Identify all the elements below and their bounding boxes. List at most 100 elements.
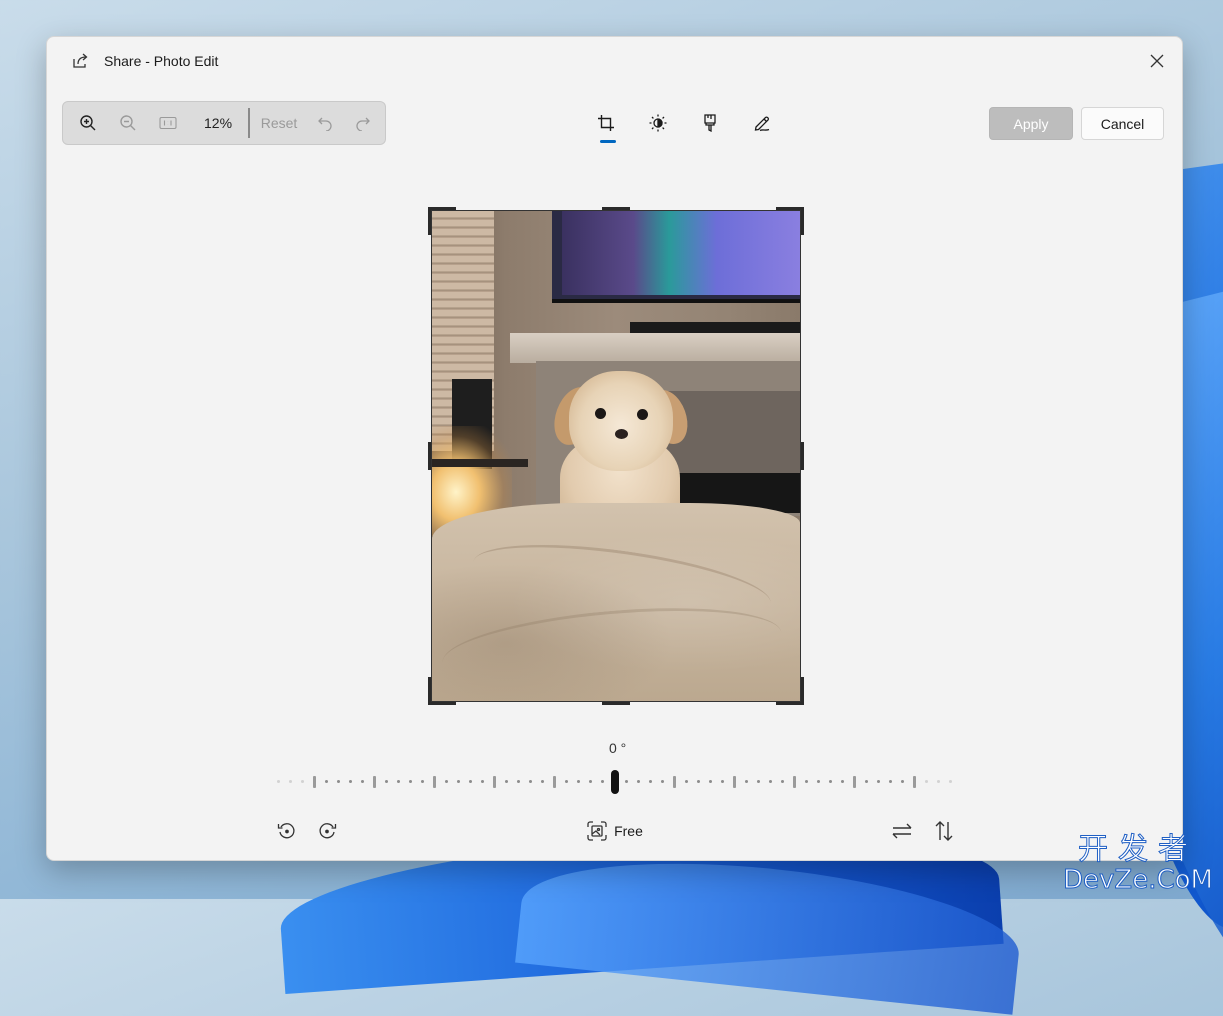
photo-edit-window: Share - Photo Edit 12% Reset Apply Cance… (46, 36, 1183, 861)
rotate-left-icon (277, 823, 295, 839)
ruler-tick (649, 780, 652, 783)
ruler-tick (493, 776, 496, 788)
ruler-tick (589, 780, 592, 783)
tab-markup[interactable] (746, 107, 778, 139)
ruler-tick (853, 776, 856, 788)
ruler-tick (301, 780, 304, 783)
ruler-tick (529, 780, 532, 783)
share-icon (71, 51, 91, 71)
ruler-tick (397, 780, 400, 783)
flip-vertical-icon (935, 821, 953, 841)
ruler-tick (481, 780, 484, 783)
crop-handle-top-right[interactable] (776, 207, 804, 235)
ruler-tick (457, 780, 460, 783)
ruler-tick (889, 780, 892, 783)
ruler-tick (277, 780, 280, 783)
crop-handle-bottom[interactable] (602, 702, 630, 705)
ruler-tick (733, 776, 736, 788)
flip-horizontal-button[interactable] (887, 816, 917, 846)
ruler-tick (541, 780, 544, 783)
redo-icon (356, 117, 370, 131)
ruler-tick (601, 780, 604, 783)
ruler-tick (361, 780, 364, 783)
watermark-line1: 开发者 (1078, 832, 1198, 867)
ruler-tick (313, 776, 316, 788)
ruler-tick (421, 780, 424, 783)
ruler-tick (793, 776, 796, 788)
cancel-button[interactable]: Cancel (1081, 107, 1164, 140)
redo-button[interactable] (349, 102, 377, 144)
ruler-tick (661, 780, 664, 783)
zoom-in-button[interactable] (73, 102, 103, 144)
tab-filter[interactable] (694, 107, 726, 139)
aspect-ratio-label: Free (614, 823, 643, 839)
ruler-tick (805, 780, 808, 783)
ruler-tick (349, 780, 352, 783)
tab-crop[interactable] (590, 107, 622, 139)
ruler-tick (409, 780, 412, 783)
actual-size-icon (159, 116, 177, 130)
undo-button[interactable] (311, 102, 339, 144)
toolbar-divider (248, 108, 250, 138)
ruler-tick (577, 780, 580, 783)
ruler-tick (685, 780, 688, 783)
ruler-tick (757, 780, 760, 783)
ruler-tick (337, 780, 340, 783)
reset-button[interactable]: Reset (255, 102, 303, 144)
zoom-out-button[interactable] (113, 102, 143, 144)
aspect-ratio-icon (587, 821, 607, 841)
crop-handle-bottom-left[interactable] (428, 677, 456, 705)
ruler-tick (445, 780, 448, 783)
zoom-level-value: 12% (204, 115, 233, 131)
ruler-tick (841, 780, 844, 783)
ruler-tick (781, 780, 784, 783)
ruler-tick (373, 776, 376, 788)
ruler-tick (289, 780, 292, 783)
ruler-tick (865, 780, 868, 783)
markup-icon (754, 116, 770, 132)
site-watermark: 开发者 DevZe.CoM (1063, 832, 1214, 895)
rotate-right-button[interactable] (312, 816, 342, 846)
apply-button[interactable]: Apply (989, 107, 1073, 140)
aspect-ratio-button[interactable]: Free (585, 816, 645, 846)
ruler-tick (925, 780, 928, 783)
ruler-tick (745, 780, 748, 783)
ruler-tick (469, 780, 472, 783)
filter-icon (704, 114, 716, 132)
crop-icon (598, 115, 614, 131)
ruler-tick (565, 780, 568, 783)
crop-handle-top[interactable] (602, 207, 630, 210)
ruler-tick (505, 780, 508, 783)
rotate-left-button[interactable] (272, 816, 302, 846)
crop-handle-right[interactable] (801, 442, 804, 470)
crop-handle-bottom-right[interactable] (776, 677, 804, 705)
crop-handle-top-left[interactable] (428, 207, 456, 235)
actual-size-button[interactable] (153, 102, 183, 144)
zoom-toolbar: 12% Reset (62, 101, 386, 145)
adjustment-icon (649, 114, 667, 132)
ruler-tick (385, 780, 388, 783)
reset-label: Reset (260, 115, 298, 131)
ruler-tick (913, 776, 916, 788)
ruler-tick (709, 780, 712, 783)
tab-adjustment[interactable] (642, 107, 674, 139)
window-title: Share - Photo Edit (104, 53, 219, 69)
straighten-slider-thumb[interactable] (611, 770, 619, 794)
ruler-tick (517, 780, 520, 783)
active-tab-indicator (600, 140, 616, 143)
zoom-out-icon (120, 115, 136, 131)
ruler-tick (625, 780, 628, 783)
straighten-slider[interactable] (272, 770, 962, 794)
watermark-line2: DevZe.CoM (1063, 865, 1214, 895)
ruler-tick (937, 780, 940, 783)
crop-handle-left[interactable] (428, 442, 431, 470)
crop-frame[interactable] (428, 207, 804, 705)
close-button[interactable] (1144, 48, 1170, 74)
zoom-in-icon (80, 115, 96, 131)
ruler-tick (901, 780, 904, 783)
ruler-tick (769, 780, 772, 783)
flip-vertical-button[interactable] (929, 816, 959, 846)
flip-horizontal-icon (892, 823, 912, 839)
ruler-tick (637, 780, 640, 783)
straighten-angle-value: 0 ° (609, 740, 627, 756)
